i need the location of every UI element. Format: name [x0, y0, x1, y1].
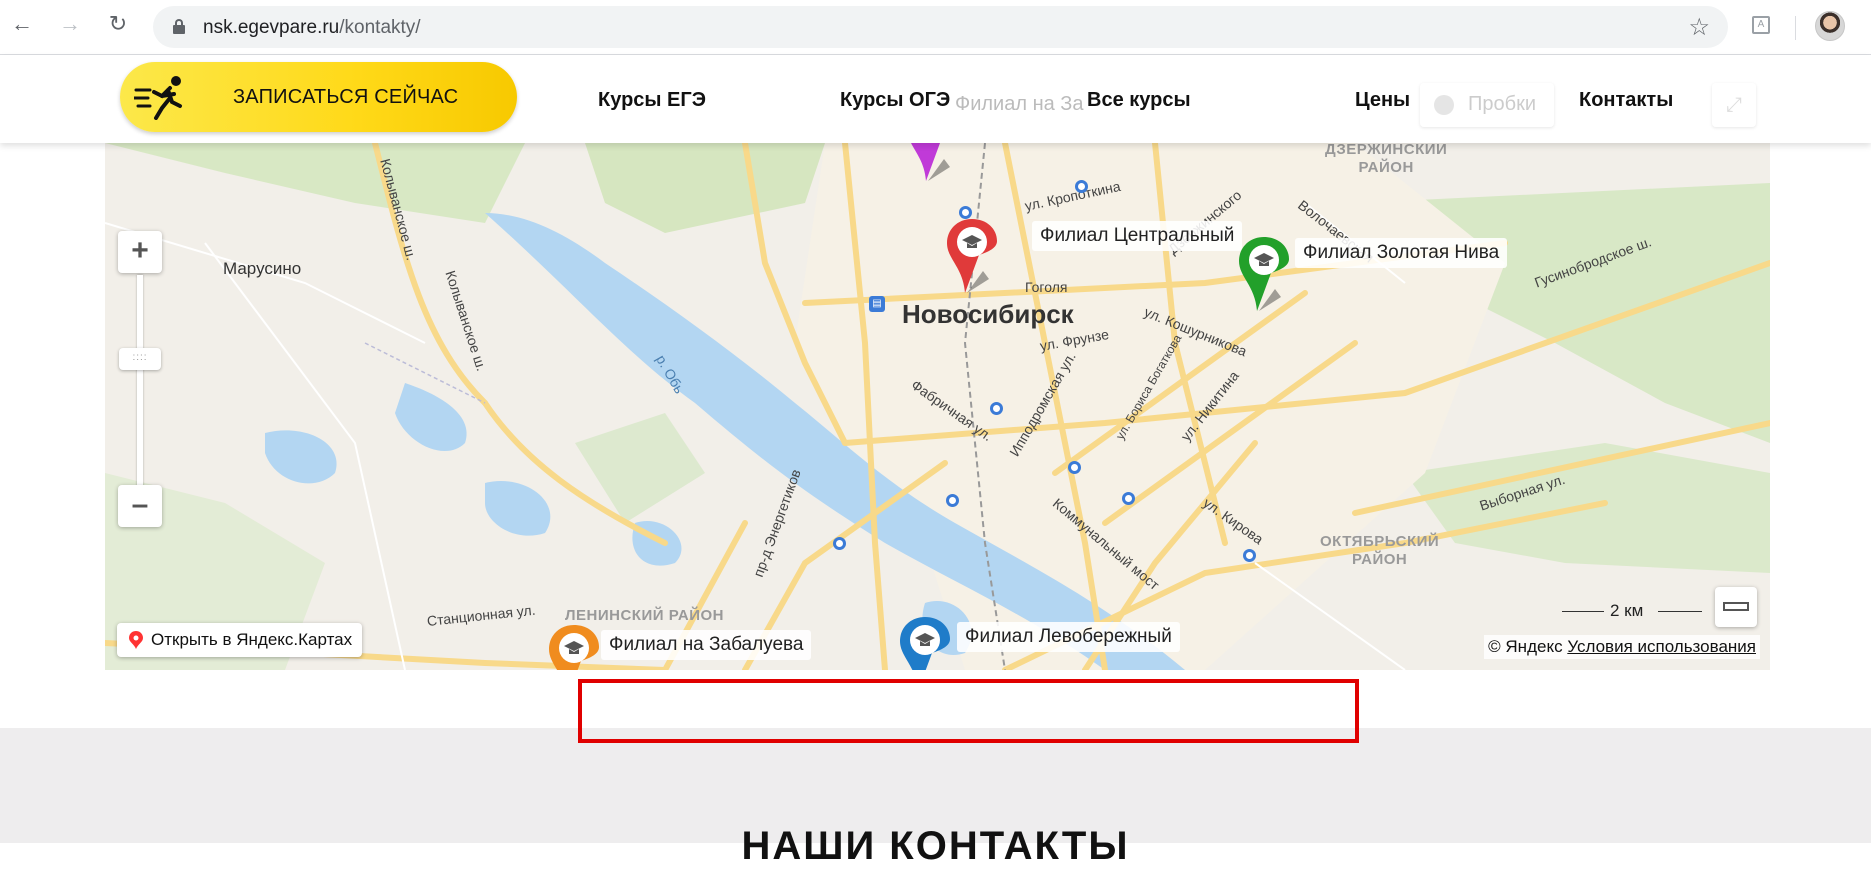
city-label: Новосибирск	[902, 299, 1074, 329]
nav-ege-courses[interactable]: Курсы ЕГЭ	[598, 89, 706, 112]
bookmark-star-icon[interactable]: ☆	[1688, 13, 1710, 42]
metro-icon	[1068, 461, 1081, 474]
district-dzerzhinsky: ДЗЕРЖИНСКИЙ РАЙОН	[1325, 143, 1448, 176]
branch-pin-zabalueva[interactable]	[545, 621, 603, 670]
reload-icon[interactable]: ↻	[106, 12, 130, 36]
zoom-slider-track[interactable]	[137, 275, 143, 487]
browser-toolbar: ← → ↻ nsk.egevpare.ru/kontakty/ ☆ A	[0, 0, 1871, 55]
nav-oge-courses[interactable]: Курсы ОГЭ	[840, 89, 950, 112]
nav-contacts[interactable]: Контакты	[1579, 89, 1673, 112]
metro-icon	[1122, 492, 1135, 505]
contacts-title: НАШИ КОНТАКТЫ	[741, 824, 1130, 868]
traffic-button[interactable]: Пробки	[1420, 83, 1554, 127]
back-icon[interactable]: ←	[10, 12, 34, 36]
runner-icon	[134, 76, 182, 120]
metro-icon	[1243, 549, 1256, 562]
branch-label-zolotaya-niva[interactable]: Филиал Золотая Нива	[1295, 238, 1508, 268]
zoom-in-button[interactable]: +	[118, 231, 162, 273]
metro-icon	[1075, 180, 1088, 193]
branch-pin-zolotaya-niva[interactable]	[1235, 233, 1293, 317]
branch-pin-zaeltsovskaya[interactable]	[904, 143, 962, 187]
branch-pin-levoberezhny[interactable]	[896, 613, 954, 670]
branch-label-zabalueva[interactable]: Филиал на Забалуева	[601, 630, 812, 660]
highlight-box	[578, 679, 1359, 743]
profile-avatar[interactable]	[1815, 11, 1845, 41]
map-pin-icon	[129, 631, 143, 649]
place-label-marusino: Марусино	[223, 259, 302, 278]
url-text: nsk.egevpare.ru/kontakty/	[203, 17, 421, 38]
fullscreen-icon[interactable]: ⤢	[1712, 83, 1756, 127]
ruler-icon[interactable]	[1715, 587, 1757, 627]
zoom-out-button[interactable]: –	[118, 485, 162, 527]
branch-label-central[interactable]: Филиал Центральный	[1032, 221, 1243, 251]
signup-now-button[interactable]: ЗАПИСАТЬСЯ СЕЙЧАС	[120, 62, 517, 132]
district-oktyabrsky: ОКТЯБРЬСКИЙ РАЙОН	[1320, 533, 1440, 568]
forward-icon[interactable]: →	[58, 12, 82, 36]
address-bar[interactable]: nsk.egevpare.ru/kontakty/ ☆	[153, 6, 1728, 48]
site-header: ЗАПИСАТЬСЯ СЕЙЧАС Филиал на За Пробки ⤢ …	[0, 55, 1871, 143]
contacts-section: НАШИ КОНТАКТЫ	[0, 728, 1871, 868]
metro-icon	[946, 494, 959, 507]
street-gogolya: Гоголя	[1025, 279, 1068, 295]
branch-label-levoberezhny[interactable]: Филиал Левобережный	[957, 622, 1180, 652]
traffic-light-icon	[1434, 95, 1454, 115]
map-scale: 2 км	[1562, 599, 1702, 623]
branch-pin-central[interactable]	[943, 215, 1001, 299]
open-in-yandex-maps-button[interactable]: Открыть в Яндекс.Картах	[117, 623, 363, 657]
zoom-control: + :::: –	[118, 231, 162, 531]
yandex-map[interactable]: Марусино р. Обь ДЗЕРЖИНСКИЙ РАЙОН ОКТЯБР…	[105, 143, 1770, 670]
toolbar-divider	[1795, 16, 1796, 40]
terms-of-use-link[interactable]: Условия использования	[1567, 637, 1756, 656]
metro-icon	[990, 402, 1003, 415]
metro-icon	[833, 537, 846, 550]
railway-station-icon: ▤	[869, 296, 885, 312]
nav-prices[interactable]: Цены	[1355, 89, 1410, 112]
map-copyright: © Яндекс Условия использования	[1484, 635, 1760, 659]
nav-all-courses[interactable]: Все курсы	[1087, 89, 1191, 112]
faded-branch-label: Филиал на За	[955, 93, 1084, 115]
lock-icon	[173, 19, 185, 34]
zoom-slider-handle[interactable]: ::::	[119, 348, 161, 370]
translate-extension-icon[interactable]: A	[1752, 16, 1770, 34]
